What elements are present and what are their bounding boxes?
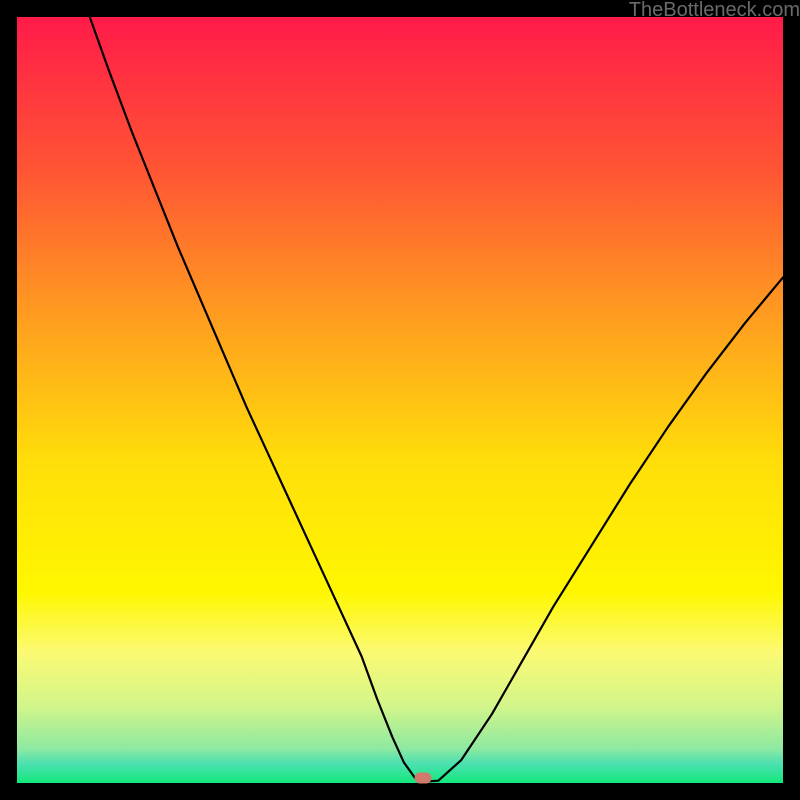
chart-frame	[17, 17, 783, 783]
attribution-label: TheBottleneck.com	[629, 0, 800, 22]
optimal-point-marker	[414, 773, 431, 784]
bottleneck-chart	[17, 17, 783, 783]
